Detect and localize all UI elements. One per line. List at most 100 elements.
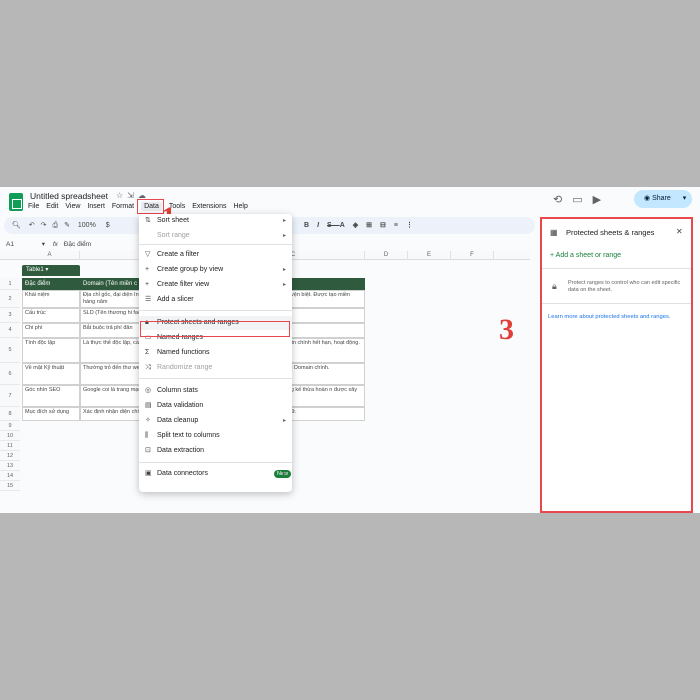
comments-icon[interactable]: ▭ [572,194,592,206]
menu-item-data-validation[interactable]: ▤ Data validation [139,399,292,413]
globe-icon: ◉ [644,195,653,202]
sheets-logo[interactable] [9,193,23,211]
strikethrough-icon[interactable]: S [327,222,340,229]
row-header[interactable]: 15 [0,481,20,491]
name-box[interactable]: A1 [6,241,14,248]
menu-item-sort-sheet[interactable]: ⇅ Sort sheet ▸ [139,214,292,228]
merge-icon[interactable]: ⊟ [380,222,394,229]
share-button[interactable]: ◉ Share ▾ [634,190,692,208]
divider [542,268,691,269]
table-header-cell[interactable]: Đặc điểm [22,278,80,290]
menu-item-named-functions[interactable]: Σ Named functions [139,346,292,360]
row-header[interactable]: 5 [0,338,20,363]
menu-help[interactable]: Help [233,203,247,210]
meet-icon[interactable]: ▶ [593,194,611,206]
row-header[interactable]: 2 [0,290,20,308]
annotation-box-data-menu [137,199,164,214]
submenu-arrow-icon: ▸ [282,282,286,288]
menu-item-create-group-by-view[interactable]: + Create group by view ▸ [139,263,292,277]
undo-icon[interactable]: ↶ [29,222,35,229]
table-cell[interactable]: Khái niệm [22,290,80,308]
table-cell[interactable]: Chi phí [22,323,80,338]
menu-insert[interactable]: Insert [87,203,105,210]
menu-item-create-a-filter[interactable]: ▽ Create a filter [139,248,292,262]
row-header[interactable]: 8 [0,407,20,421]
row-header[interactable]: 14 [0,471,20,481]
doc-title[interactable]: Untitled spreadsheet [30,191,108,201]
submenu-arrow-icon: ▸ [282,233,286,239]
table-cell[interactable]: Về mặt Kỹ thuật [22,363,80,385]
menu-item-data-connectors[interactable]: ▣ Data connectors New ▸ [139,467,292,481]
menu-file[interactable]: File [28,203,39,210]
row-header[interactable]: 6 [0,363,20,385]
menu-item-column-stats[interactable]: ◎ Column stats [139,384,292,398]
zoom-select[interactable]: 100% [78,222,96,229]
chevron-down-icon[interactable]: ▾ [683,195,687,202]
print-icon[interactable]: ⎙ [53,222,59,229]
menu-item-label: Create group by view [157,266,224,273]
menu-item-data-extraction[interactable]: ⊡ Data extraction [139,444,292,458]
row-header[interactable]: 11 [0,441,20,451]
column-header[interactable]: A [20,251,80,260]
validation-icon: ▤ [145,402,152,409]
table-cell[interactable]: Mục đích sử dụng [22,407,80,421]
panel-description: Protect ranges to control who can edit s… [568,280,681,293]
submenu-arrow-icon: ▸ [282,471,286,477]
redo-icon[interactable]: ↷ [41,222,47,229]
menu-item-sort-range[interactable]: Sort range ▸ [139,229,292,243]
table-cell[interactable]: Góc nhìn SEO [22,385,80,407]
menu-extensions[interactable]: Extensions [192,203,226,210]
column-header[interactable]: E [408,251,451,260]
chevron-down-icon[interactable]: ▾ [42,241,45,248]
row-header[interactable]: 1 [0,278,20,290]
italic-icon[interactable]: I [317,222,327,229]
row-header[interactable]: 10 [0,431,20,441]
borders-icon[interactable]: ⊞ [366,222,380,229]
text-color-icon[interactable]: A [340,222,353,229]
column-header[interactable]: D [365,251,408,260]
menu-item-data-cleanup[interactable]: ✧ Data cleanup ▸ [139,414,292,428]
star-icon[interactable]: ☆ [116,191,127,200]
row-header[interactable]: 13 [0,461,20,471]
table-cell[interactable]: Cấu trúc [22,308,80,323]
learn-more-link[interactable]: Learn more about protected sheets and ra… [548,314,670,320]
currency-button[interactable]: $ [106,222,110,229]
menu-separator [139,310,292,311]
database-icon: ▣ [145,470,152,477]
search-icon[interactable]: 🔍︎ [12,222,21,229]
menu-edit[interactable]: Edit [46,203,58,210]
submenu-arrow-icon: ▸ [282,218,286,224]
table-cell[interactable]: Tính độc lập [22,338,80,363]
filter-icon: ▽ [145,251,151,258]
menu-item-randomize-range[interactable]: ⤨ Randomize range [139,361,292,375]
close-icon[interactable]: ✕ [676,227,683,236]
shuffle-icon: ⤨ [145,364,151,371]
menu-item-label: Add a slicer [157,296,194,303]
row-header[interactable]: 12 [0,451,20,461]
data-menu-dropdown: ⇅ Sort sheet ▸ Sort range ▸ ▽ Create a filter +… [139,214,292,492]
bold-icon[interactable]: B [304,222,317,229]
fill-color-icon[interactable]: ◈ [353,222,366,229]
column-header[interactable]: F [451,251,494,260]
cleanup-icon: ✧ [145,417,151,424]
menu-view[interactable]: View [65,203,80,210]
history-icon[interactable]: ⟲ [553,194,572,206]
row-header[interactable]: 7 [0,385,20,407]
row-header[interactable]: 4 [0,323,20,338]
more-icon[interactable]: ⋮ [406,222,421,229]
align-icon[interactable]: ≡ [394,222,406,229]
menu-item-split-text-to-columns[interactable]: ⫼ Split text to columns [139,429,292,443]
submenu-arrow-icon: ▸ [282,267,286,273]
add-sheet-or-range-button[interactable]: + Add a sheet or range [550,252,621,259]
menu-item-create-filter-view[interactable]: + Create filter view ▸ [139,278,292,292]
lock-icon: 🔒︎ [552,281,557,291]
menu-item-add-a-slicer[interactable]: ☰ Add a slicer [139,293,292,307]
menu-format[interactable]: Format [112,203,134,210]
paint-format-icon[interactable]: ✎ [64,222,70,229]
row-header[interactable]: 9 [0,421,20,431]
menu-item-label: Sort range [157,232,190,239]
menu-separator [139,244,292,245]
table-name-tab[interactable]: Table1 ▾ [22,265,80,276]
formula-input[interactable]: Đặc điểm [64,241,91,248]
row-header[interactable]: 3 [0,308,20,323]
